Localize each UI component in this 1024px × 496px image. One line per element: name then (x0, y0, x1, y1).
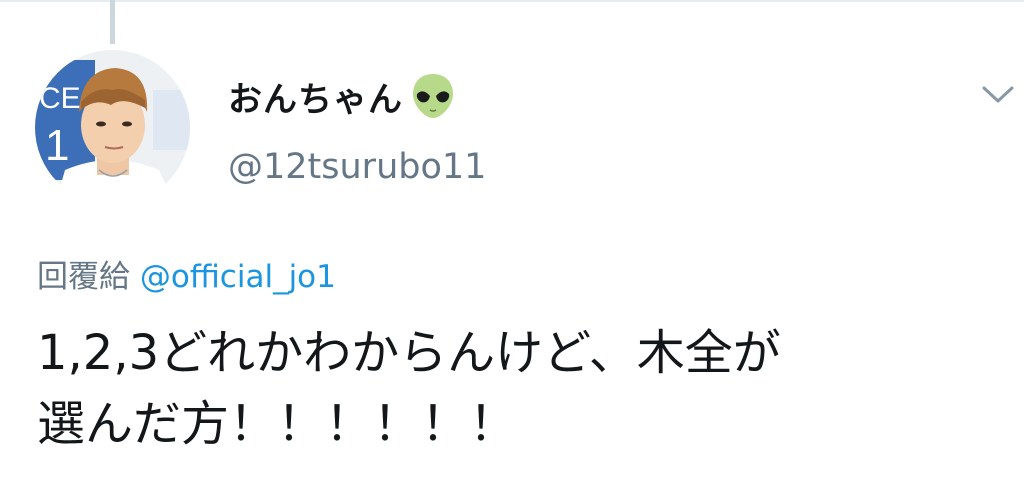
reply-mention-link[interactable]: @official_jo1 (140, 259, 336, 295)
author-handle[interactable]: @12tsurubo11 (228, 147, 486, 187)
svg-text:CE: CE (39, 82, 81, 115)
alien-icon (411, 72, 455, 120)
avatar[interactable]: CE 1 (35, 50, 190, 205)
chevron-down-icon[interactable] (978, 82, 1018, 108)
display-name[interactable]: おんちゃん (228, 72, 403, 121)
thread-connector-line (110, 0, 115, 44)
tweet-card[interactable]: CE 1 おんちゃん @12tsurubo11 回覆給 @official_jo… (0, 0, 1024, 496)
tweet-text: 1,2,3どれかわからんけど、木全が 選んだ方！！！！！！ (37, 318, 997, 460)
tweet-text-line: 1,2,3どれかわからんけど、木全が (37, 325, 781, 381)
svg-text:1: 1 (45, 121, 69, 170)
reply-prefix: 回覆給 (37, 259, 130, 295)
tweet-text-line: 選んだ方！！！！！！ (37, 396, 518, 452)
author-name-row[interactable]: おんちゃん (228, 70, 455, 122)
divider (0, 0, 1024, 2)
reply-context: 回覆給 @official_jo1 (37, 251, 336, 296)
avatar-photo: CE 1 (35, 50, 190, 205)
